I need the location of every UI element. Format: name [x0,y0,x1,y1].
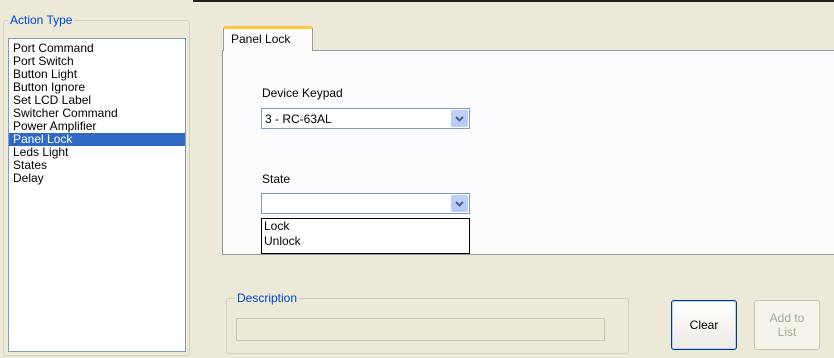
tab-panel-lock[interactable]: Panel Lock [223,26,313,51]
clear-button[interactable]: Clear [671,300,737,350]
state-option-lock[interactable]: Lock [262,219,469,234]
device-keypad-label: Device Keypad [262,86,343,100]
device-keypad-select[interactable]: 3 - RC-63AL [261,108,470,129]
state-label: State [262,172,291,186]
action-type-legend: Action Type [8,13,75,27]
device-keypad-value: 3 - RC-63AL [265,112,332,126]
add-to-list-button[interactable]: Add to List [754,300,820,350]
list-item-delay[interactable]: Delay [9,172,185,185]
state-dropdown-list[interactable]: Lock Unlock [261,218,470,254]
chevron-down-icon[interactable] [451,195,468,212]
state-select[interactable] [261,193,470,214]
description-legend: Description [235,291,300,305]
description-field[interactable] [236,318,605,341]
state-option-unlock[interactable]: Unlock [262,234,469,249]
top-divider [193,0,834,2]
action-type-list[interactable]: Port Command Port Switch Button Light Bu… [8,38,186,352]
chevron-down-icon[interactable] [451,110,468,127]
